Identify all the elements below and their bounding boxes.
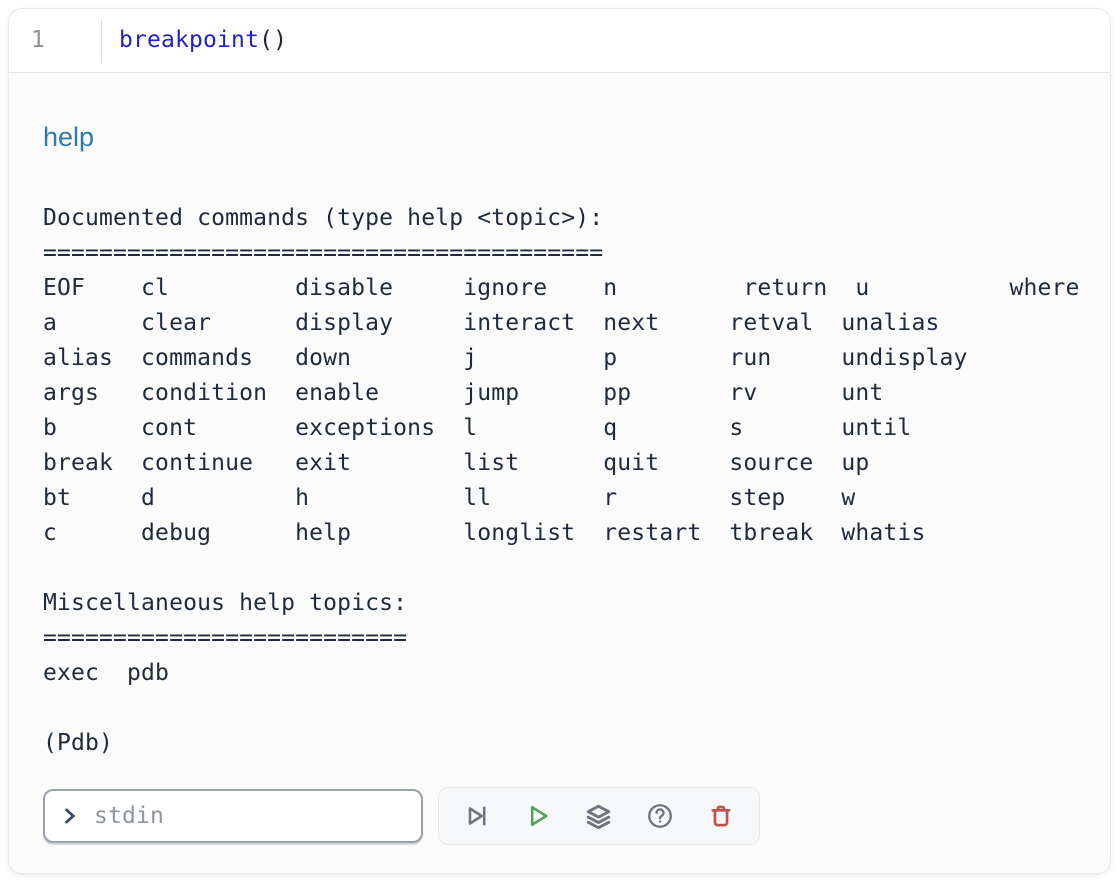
skip-forward-icon	[463, 802, 491, 830]
layers-icon	[584, 802, 613, 831]
trash-icon	[707, 802, 735, 830]
help-button[interactable]	[629, 788, 690, 844]
step-next-button[interactable]	[447, 788, 508, 844]
stack-button[interactable]	[569, 788, 630, 844]
chevron-right-icon	[59, 805, 81, 827]
console-controls	[43, 787, 1076, 845]
echoed-command: help	[43, 123, 1076, 151]
stdin-input-box[interactable]	[43, 789, 423, 843]
console-output-area: help Documented commands (type help <top…	[9, 73, 1110, 874]
debugger-card: 1 breakpoint() help Documented commands …	[8, 8, 1111, 874]
line-number-gutter: 1	[9, 9, 101, 72]
code-editor: 1 breakpoint()	[9, 9, 1110, 73]
clear-button[interactable]	[690, 788, 751, 844]
code-paren-token: ()	[259, 23, 287, 58]
pdb-help-output: Documented commands (type help <topic>):…	[43, 201, 1076, 761]
debug-toolbar	[438, 787, 760, 845]
play-icon	[524, 802, 552, 830]
line-number: 1	[31, 23, 45, 58]
help-circle-icon	[646, 802, 674, 830]
code-function-token: breakpoint	[119, 23, 259, 58]
stdin-input[interactable]	[92, 802, 407, 830]
code-line[interactable]: breakpoint()	[101, 19, 287, 62]
run-button[interactable]	[508, 788, 569, 844]
